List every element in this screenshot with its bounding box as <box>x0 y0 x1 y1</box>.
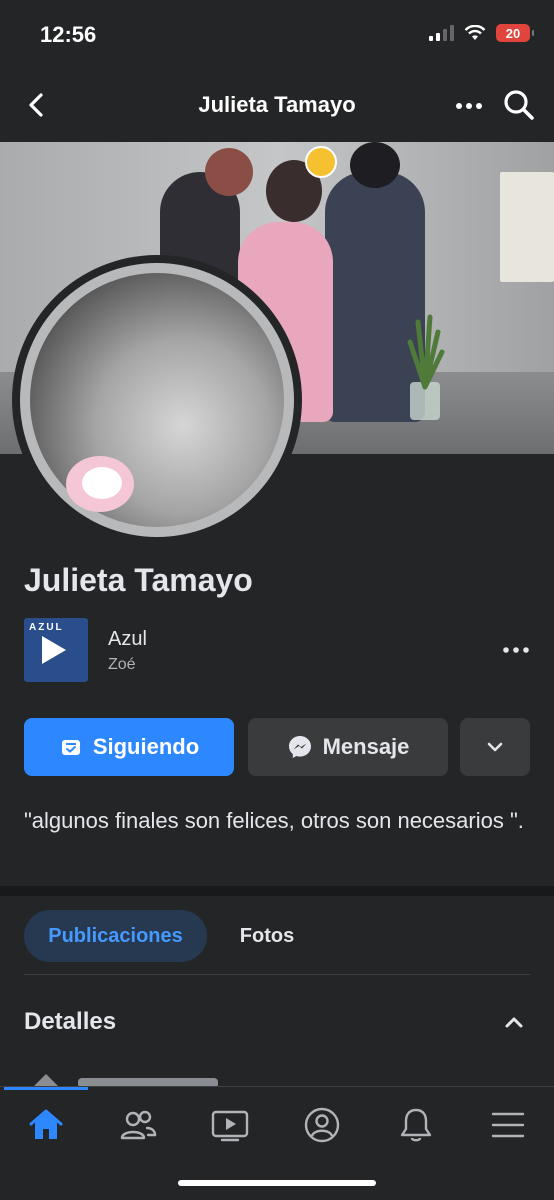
nav-bar: Julieta Tamayo <box>0 72 554 142</box>
more-options-button[interactable] <box>460 718 530 776</box>
play-icon <box>42 636 66 664</box>
wifi-icon <box>464 25 486 40</box>
more-icon[interactable] <box>502 640 530 660</box>
song-cover[interactable]: AZUL <box>24 618 88 682</box>
message-button[interactable]: Mensaje <box>248 718 448 776</box>
more-icon[interactable] <box>454 94 484 118</box>
chevron-down-icon <box>487 742 503 752</box>
home-icon[interactable] <box>24 1103 68 1147</box>
details-heading: Detalles <box>24 1008 117 1035</box>
home-indicator <box>178 1180 376 1186</box>
profile-song[interactable]: AZUL Azul Zoé <box>24 618 530 684</box>
tab-posts[interactable]: Publicaciones <box>24 910 207 962</box>
inbox-check-icon <box>61 740 80 755</box>
status-bar: 12:56 20 <box>0 0 554 72</box>
battery-indicator: 20 <box>496 24 534 42</box>
emoji-sticker <box>305 146 337 178</box>
profile-icon[interactable] <box>300 1103 344 1147</box>
messenger-icon <box>288 736 311 758</box>
status-icons: 20 <box>429 24 534 42</box>
following-button[interactable]: Siguiendo <box>24 718 234 776</box>
song-title: Azul <box>108 628 147 650</box>
following-label: Siguiendo <box>92 734 200 759</box>
active-tab-indicator <box>4 1087 88 1090</box>
profile-bio: "algunos finales son felices, otros son … <box>24 808 524 833</box>
signal-icon <box>429 25 454 41</box>
tab-photos[interactable]: Fotos <box>222 910 312 962</box>
profile-name: Julieta Tamayo <box>24 562 253 598</box>
details-item-peek <box>34 1074 218 1086</box>
wall-poster <box>500 172 554 282</box>
chevron-up-icon[interactable] <box>502 1010 526 1034</box>
battery-level: 20 <box>505 25 521 41</box>
song-cover-text: AZUL <box>29 622 64 633</box>
friends-icon[interactable] <box>116 1103 160 1147</box>
avatar[interactable] <box>20 263 294 537</box>
hello-kitty-face <box>82 467 122 499</box>
tabs-divider <box>24 974 530 975</box>
watch-icon[interactable] <box>208 1103 252 1147</box>
song-artist: Zoé <box>108 656 136 673</box>
bell-icon[interactable] <box>394 1103 438 1147</box>
section-divider <box>0 886 554 896</box>
search-icon[interactable] <box>502 88 536 122</box>
menu-icon[interactable] <box>486 1103 530 1147</box>
message-label: Mensaje <box>322 734 410 759</box>
status-time: 12:56 <box>40 22 97 47</box>
plant-image <box>407 314 445 420</box>
